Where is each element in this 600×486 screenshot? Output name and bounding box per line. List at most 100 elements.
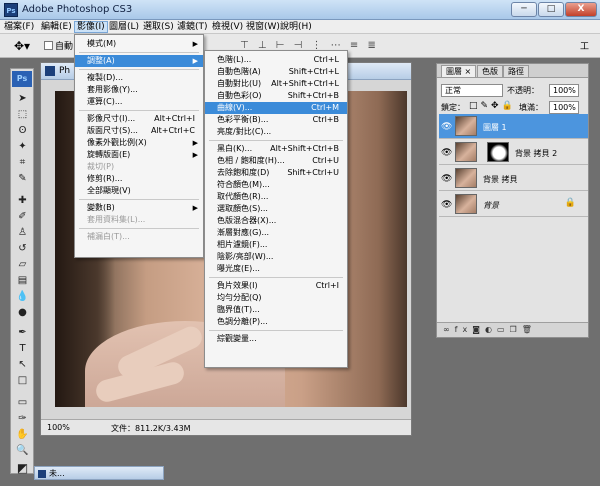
- tab-layers[interactable]: 圖層 ×: [441, 65, 477, 77]
- adjust-menu-item[interactable]: 去除飽和度(D) Shift+Ctrl+U: [205, 167, 347, 179]
- zoom-tool-icon[interactable]: 🔍: [14, 443, 31, 458]
- new-group-icon[interactable]: ▭: [497, 325, 510, 334]
- hand-tool-icon[interactable]: ✋: [14, 427, 31, 442]
- tab-paths[interactable]: 路徑: [503, 65, 529, 77]
- adjust-menu-item[interactable]: 色彩平衡(B)... Ctrl+B: [205, 114, 347, 126]
- menu-view[interactable]: 檢視(V): [210, 21, 245, 33]
- blend-mode-select[interactable]: 正常: [441, 84, 503, 97]
- clone-stamp-icon[interactable]: ♙: [14, 225, 31, 240]
- image-menu-item[interactable]: 像素外觀比例(X) ▶: [75, 137, 203, 149]
- adjust-menu-item[interactable]: 自動對比(U) Alt+Shift+Ctrl+L: [205, 78, 347, 90]
- adjust-menu-item[interactable]: 取代顏色(R)...: [205, 191, 347, 203]
- menu-image[interactable]: 影像(I): [74, 21, 108, 33]
- trash-icon[interactable]: 🗑: [522, 325, 537, 334]
- layer-row[interactable]: 👁 背景 拷貝 2: [439, 140, 588, 165]
- layer-row[interactable]: 👁 背景 拷貝: [439, 166, 588, 191]
- adjust-menu-item[interactable]: 均勻分配(Q): [205, 292, 347, 304]
- healing-brush-icon[interactable]: ✚: [14, 193, 31, 208]
- adjust-menu-item[interactable]: 臨界值(T)...: [205, 304, 347, 316]
- notes-tool-icon[interactable]: ▭: [14, 395, 31, 410]
- layer-row[interactable]: 👁 圖層 1: [439, 114, 588, 139]
- history-brush-icon[interactable]: ↺: [14, 241, 31, 256]
- adjust-menu-item[interactable]: 相片濾鏡(F)...: [205, 239, 347, 251]
- link-layers-icon[interactable]: ∞: [443, 325, 455, 334]
- marquee-tool-icon[interactable]: ⬚: [14, 107, 31, 122]
- adjust-menu-item[interactable]: 曝光度(E)...: [205, 263, 347, 275]
- menu-help[interactable]: 說明(H): [278, 21, 314, 33]
- path-select-icon[interactable]: ↖: [14, 357, 31, 372]
- move-tool-icon[interactable]: ➤: [14, 91, 31, 106]
- blur-tool-icon[interactable]: 💧: [14, 289, 31, 304]
- eraser-icon[interactable]: ▱: [14, 257, 31, 272]
- lasso-tool-icon[interactable]: ʘ: [14, 123, 31, 138]
- image-menu-item[interactable]: 模式(M) ▶: [75, 38, 203, 50]
- image-menu-item[interactable]: 修剪(R)...: [75, 173, 203, 185]
- adjust-menu-item[interactable]: 漸層對應(G)...: [205, 227, 347, 239]
- menu-select[interactable]: 選取(S): [141, 21, 176, 33]
- visibility-eye-icon[interactable]: 👁: [441, 174, 452, 184]
- adjust-menu-item[interactable]: 色版混合器(X)...: [205, 215, 347, 227]
- tab-channels[interactable]: 色版: [477, 65, 503, 77]
- adjust-menu-item[interactable]: 色調分離(P)...: [205, 316, 347, 328]
- minimize-button[interactable]: ─: [511, 2, 537, 17]
- opacity-field[interactable]: 100%: [549, 84, 579, 97]
- maximize-button[interactable]: □: [538, 2, 564, 17]
- image-menu-item[interactable]: 版面尺寸(S)... Alt+Ctrl+C: [75, 125, 203, 137]
- visibility-eye-icon[interactable]: 👁: [441, 122, 452, 132]
- workspace-button[interactable]: 工: [580, 39, 589, 52]
- menu-layer[interactable]: 圖層(L): [107, 21, 141, 33]
- adjust-menu-item[interactable]: 黑白(K)... Alt+Shift+Ctrl+B: [205, 143, 347, 155]
- new-layer-icon[interactable]: ❐: [510, 325, 522, 334]
- adjust-menu-item[interactable]: 自動色階(A) Shift+Ctrl+L: [205, 66, 347, 78]
- adjust-menu-item[interactable]: 選取顏色(S)...: [205, 203, 347, 215]
- type-tool-icon[interactable]: T: [14, 341, 31, 356]
- move-tool-icon[interactable]: ✥▾: [14, 39, 30, 53]
- image-menu-item[interactable]: 變數(B) ▶: [75, 202, 203, 214]
- color-swatches-icon[interactable]: ◩: [14, 461, 31, 476]
- image-menu-item[interactable]: 全部顯現(V): [75, 185, 203, 197]
- gradient-tool-icon[interactable]: ▤: [14, 273, 31, 288]
- adjust-menu-item[interactable]: 曲線(V)... Ctrl+M: [205, 102, 347, 114]
- menu-window[interactable]: 視窗(W): [244, 21, 282, 33]
- menu-filter[interactable]: 濾鏡(T): [175, 21, 210, 33]
- image-menu-item[interactable]: 複製(D)...: [75, 72, 203, 84]
- menu-file[interactable]: 檔案(F): [2, 21, 36, 33]
- layer-style-icon[interactable]: fx: [455, 325, 473, 334]
- layer-mask-thumbnail[interactable]: [487, 142, 509, 162]
- adjust-menu-item[interactable]: 負片效果(I) Ctrl+I: [205, 280, 347, 292]
- brush-tool-icon[interactable]: ✐: [14, 209, 31, 224]
- adjust-menu-item[interactable]: 綜觀變量...: [205, 333, 347, 345]
- image-menu-item[interactable]: 旋轉版面(E) ▶: [75, 149, 203, 161]
- adjust-menu-item[interactable]: 色階(L)... Ctrl+L: [205, 54, 347, 66]
- auto-select-checkbox[interactable]: [44, 41, 53, 50]
- auto-select-option[interactable]: 自動: [44, 39, 73, 52]
- pen-tool-icon[interactable]: ✒: [14, 325, 31, 340]
- magic-wand-icon[interactable]: ✦: [14, 139, 31, 154]
- visibility-eye-icon[interactable]: 👁: [441, 200, 452, 210]
- eyedropper-icon[interactable]: ✑: [14, 411, 31, 426]
- adjust-menu-item[interactable]: 亮度/對比(C)...: [205, 126, 347, 138]
- visibility-eye-icon[interactable]: 👁: [441, 148, 452, 158]
- lock-icons[interactable]: □✎✥🔒: [469, 101, 516, 111]
- adjust-menu-item[interactable]: 符合顏色(M)...: [205, 179, 347, 191]
- crop-tool-icon[interactable]: ⌗: [14, 155, 31, 170]
- dodge-tool-icon[interactable]: ●: [14, 305, 31, 320]
- slice-tool-icon[interactable]: ✎: [14, 171, 31, 186]
- shape-tool-icon[interactable]: □: [14, 373, 31, 388]
- minimized-document[interactable]: 未...: [34, 466, 164, 480]
- adjust-menu-item[interactable]: 自動色彩(O) Shift+Ctrl+B: [205, 90, 347, 102]
- adjust-menu-item-label: 亮度/對比(C)...: [217, 127, 272, 136]
- image-menu-item[interactable]: 套用影像(Y)...: [75, 84, 203, 96]
- menu-edit[interactable]: 編輯(E): [39, 21, 74, 33]
- close-button[interactable]: X: [565, 2, 597, 17]
- zoom-level[interactable]: 100%: [47, 423, 70, 432]
- fill-field[interactable]: 100%: [549, 101, 579, 114]
- adjustment-layer-icon[interactable]: ◐: [485, 325, 497, 334]
- image-menu-item[interactable]: 調整(A) ▶: [75, 55, 203, 67]
- adjust-menu-item[interactable]: 陰影/亮部(W)...: [205, 251, 347, 263]
- adjust-menu-item[interactable]: 色相 / 飽和度(H)... Ctrl+U: [205, 155, 347, 167]
- add-mask-icon[interactable]: ◙: [472, 325, 485, 334]
- image-menu-item[interactable]: 影像尺寸(I)... Alt+Ctrl+I: [75, 113, 203, 125]
- image-menu-item[interactable]: 運算(C)...: [75, 96, 203, 108]
- layer-row[interactable]: 👁 背景 🔒: [439, 192, 588, 217]
